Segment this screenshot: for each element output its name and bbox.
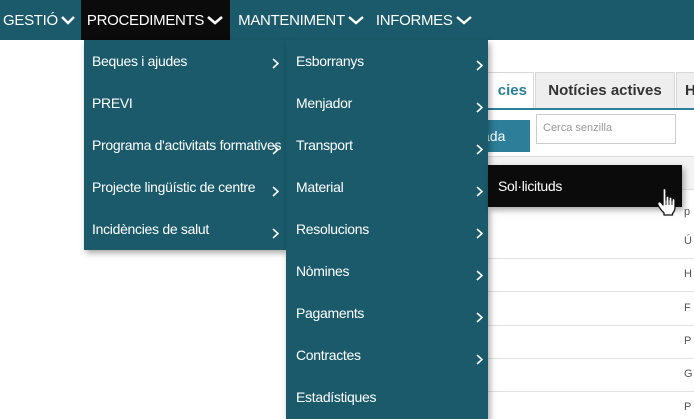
material-dropdown: Sol·licituds: [488, 165, 682, 207]
menu-manteniment-label: MANTENIMENT: [238, 11, 345, 29]
table-row[interactable]: H: [486, 259, 694, 292]
table-cell: G: [684, 368, 693, 380]
table-cell: H: [684, 268, 692, 280]
chevron-down-icon: [207, 15, 223, 25]
chevron-right-icon: [272, 228, 279, 239]
menu-item-estadistiques[interactable]: Estadístiques: [286, 376, 488, 418]
table-cell: Ú: [684, 235, 692, 247]
table-row[interactable]: Ú: [486, 226, 694, 259]
menu-item-sollicituds[interactable]: Sol·licituds: [488, 165, 682, 207]
menu-item-label: Pagaments: [296, 305, 365, 321]
chevron-right-icon: [476, 144, 483, 155]
menu-procediments-label: PROCEDIMENTS: [86, 11, 205, 29]
menu-item-material[interactable]: Material: [286, 166, 488, 208]
menu-item-esborranys[interactable]: Esborranys: [286, 40, 488, 82]
menu-item-pagaments[interactable]: Pagaments: [286, 292, 488, 334]
menu-item-nomines[interactable]: Nòmines: [286, 250, 488, 292]
submenu-dropdown: Esborranys Menjador Transport Material R…: [286, 40, 488, 419]
table-cell: P: [684, 401, 692, 413]
chevron-down-icon: [61, 15, 75, 25]
search-placeholder: Cerca senzilla: [543, 122, 613, 134]
menu-procediments[interactable]: PROCEDIMENTS: [80, 0, 231, 40]
menu-item-label: Beques i ajudes: [92, 53, 188, 69]
menu-item-programa[interactable]: Programa d'activitats formatives: [84, 124, 286, 166]
menu-item-previ[interactable]: PREVI: [84, 82, 286, 124]
menu-item-beques[interactable]: Beques i ajudes: [84, 40, 286, 82]
top-menu-bar: GESTIÓ PROCEDIMENTS MANTENIMENT INFORMES: [0, 0, 694, 40]
menu-item-resolucions[interactable]: Resolucions: [286, 208, 488, 250]
menu-item-projecte[interactable]: Projecte lingüístic de centre: [84, 166, 286, 208]
chevron-right-icon: [476, 354, 483, 365]
menu-item-label: Incidències de salut: [92, 221, 209, 237]
table-row[interactable]: P: [486, 392, 694, 419]
chevron-right-icon: [476, 102, 483, 113]
tab-noticies-label: cies: [497, 82, 527, 99]
tab-h[interactable]: H: [676, 72, 694, 108]
menu-item-label: Programa d'activitats formatives: [92, 137, 282, 153]
chevron-right-icon: [476, 228, 483, 239]
tab-h-label: H: [685, 82, 694, 99]
menu-item-label: Sol·licituds: [498, 178, 563, 194]
table-cell: F: [684, 302, 691, 314]
menu-gestio-label: GESTIÓ: [3, 11, 58, 29]
menu-item-label: Material: [296, 179, 344, 195]
menu-gestio[interactable]: GESTIÓ: [0, 0, 81, 40]
menu-item-incidencies[interactable]: Incidències de salut: [84, 208, 286, 250]
table-cell: p: [684, 206, 691, 218]
table-row[interactable]: F: [486, 293, 694, 326]
menu-item-transport[interactable]: Transport: [286, 124, 488, 166]
menu-item-label: Menjador: [296, 95, 352, 111]
chevron-right-icon: [272, 186, 279, 197]
search-input[interactable]: Cerca senzilla: [536, 114, 676, 144]
procediments-dropdown: Beques i ajudes PREVI Programa d'activit…: [84, 40, 286, 250]
chevron-right-icon: [476, 270, 483, 281]
menu-item-label: Resolucions: [296, 221, 369, 237]
chevron-right-icon: [272, 144, 279, 155]
tab-noticies-actives-label: Notícies actives: [548, 82, 662, 99]
chevron-right-icon: [476, 186, 483, 197]
menu-item-label: Esborranys: [296, 53, 364, 69]
hand-pointer-cursor-icon: [656, 187, 678, 221]
table-row[interactable]: P: [486, 326, 694, 359]
menu-manteniment[interactable]: MANTENIMENT: [230, 0, 370, 40]
chevron-down-icon: [455, 15, 472, 25]
menu-item-label: PREVI: [92, 95, 133, 111]
menu-item-label: Estadístiques: [296, 389, 377, 405]
chevron-down-icon: [348, 15, 364, 25]
menu-informes-label: INFORMES: [375, 11, 453, 29]
menu-item-contractes[interactable]: Contractes: [286, 334, 488, 376]
menu-informes[interactable]: INFORMES: [370, 0, 478, 40]
menu-item-label: Projecte lingüístic de centre: [92, 179, 256, 195]
table-row[interactable]: G: [486, 359, 694, 392]
table-cell: P: [684, 335, 692, 347]
chevron-right-icon: [476, 60, 483, 71]
menu-item-label: Nòmines: [296, 263, 350, 279]
menu-item-label: Transport: [296, 137, 353, 153]
menu-item-menjador[interactable]: Menjador: [286, 82, 488, 124]
chevron-right-icon: [476, 312, 483, 323]
tab-noticies-actives[interactable]: Notícies actives: [535, 72, 675, 108]
menu-item-label: Contractes: [296, 347, 361, 363]
chevron-right-icon: [272, 58, 279, 69]
